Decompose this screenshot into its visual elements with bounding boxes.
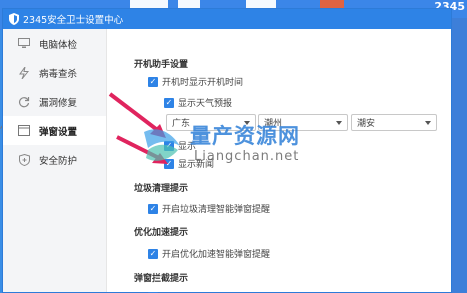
option-label: 开机时显示开机时间 [162,78,244,88]
section-title-popup-block: 弹窗拦截提示 [134,274,189,284]
monitor-icon [17,37,31,51]
optimize-popup-checkbox[interactable]: ✓ 开启优化加速智能弹窗提醒 [148,247,270,260]
option-label: 显示天气预报 [178,99,233,109]
district-select[interactable]: 潮安 [351,114,437,131]
checkbox-checked-icon: ✓ [148,76,158,87]
watermark-logo-icon [144,129,180,161]
section-title-junk: 垃圾清理提示 [134,184,189,194]
desktop-icon [178,0,200,8]
select-value: 潮安 [357,119,376,129]
refresh-icon [17,95,31,109]
sidebar: 电脑体检 病毒查杀 漏洞修复 弹窗设置 安全防护 [3,29,107,292]
show-weather-checkbox[interactable]: ✓ 显示天气预报 [164,96,232,109]
popup-window-icon [17,124,31,138]
sidebar-item-label: 病毒查杀 [39,68,78,80]
show-boot-time-checkbox[interactable]: ✓ 开机时显示开机时间 [148,75,243,88]
sidebar-item-popup-settings[interactable]: 弹窗设置 [3,116,106,145]
lightning-icon [17,66,31,80]
sidebar-item-label: 漏洞修复 [39,97,78,109]
watermark-title: 量产资源网 [190,124,300,148]
desktop-icon [320,0,344,8]
desktop-icon [246,0,276,8]
sidebar-item-vuln-repair[interactable]: 漏洞修复 [3,87,106,116]
desktop-edge [451,18,467,293]
sidebar-item-security[interactable]: 安全防护 [3,145,106,174]
watermark-url: Liangchan.net [194,149,300,164]
checkbox-checked-icon: ✓ [148,203,158,214]
sidebar-item-pc-check[interactable]: 电脑体检 [3,29,106,58]
section-title-startup: 开机助手设置 [134,60,189,70]
section-title-optimize: 优化加速提示 [134,228,189,238]
option-label: 开启优化加速智能弹窗提醒 [162,250,271,260]
window-title: 2345安全卫士设置中心 [23,15,124,26]
sidebar-item-label: 弹窗设置 [39,126,78,138]
watermark: 量产资源网 Liangchan.net [140,120,350,170]
sidebar-item-label: 电脑体检 [39,39,78,51]
chevron-down-icon [425,120,431,125]
desktop-icon [130,0,168,8]
checkbox-checked-icon: ✓ [148,248,158,259]
shield-logo-icon [9,13,19,25]
junk-popup-checkbox[interactable]: ✓ 开启垃圾清理智能弹窗提醒 [148,202,270,215]
title-bar[interactable]: 2345安全卫士设置中心 [3,9,451,29]
shield-plus-icon [17,153,31,167]
sidebar-item-virus-scan[interactable]: 病毒查杀 [3,58,106,87]
option-label: 开启垃圾清理智能弹窗提醒 [162,205,271,215]
sidebar-item-label: 安全防护 [39,155,78,167]
